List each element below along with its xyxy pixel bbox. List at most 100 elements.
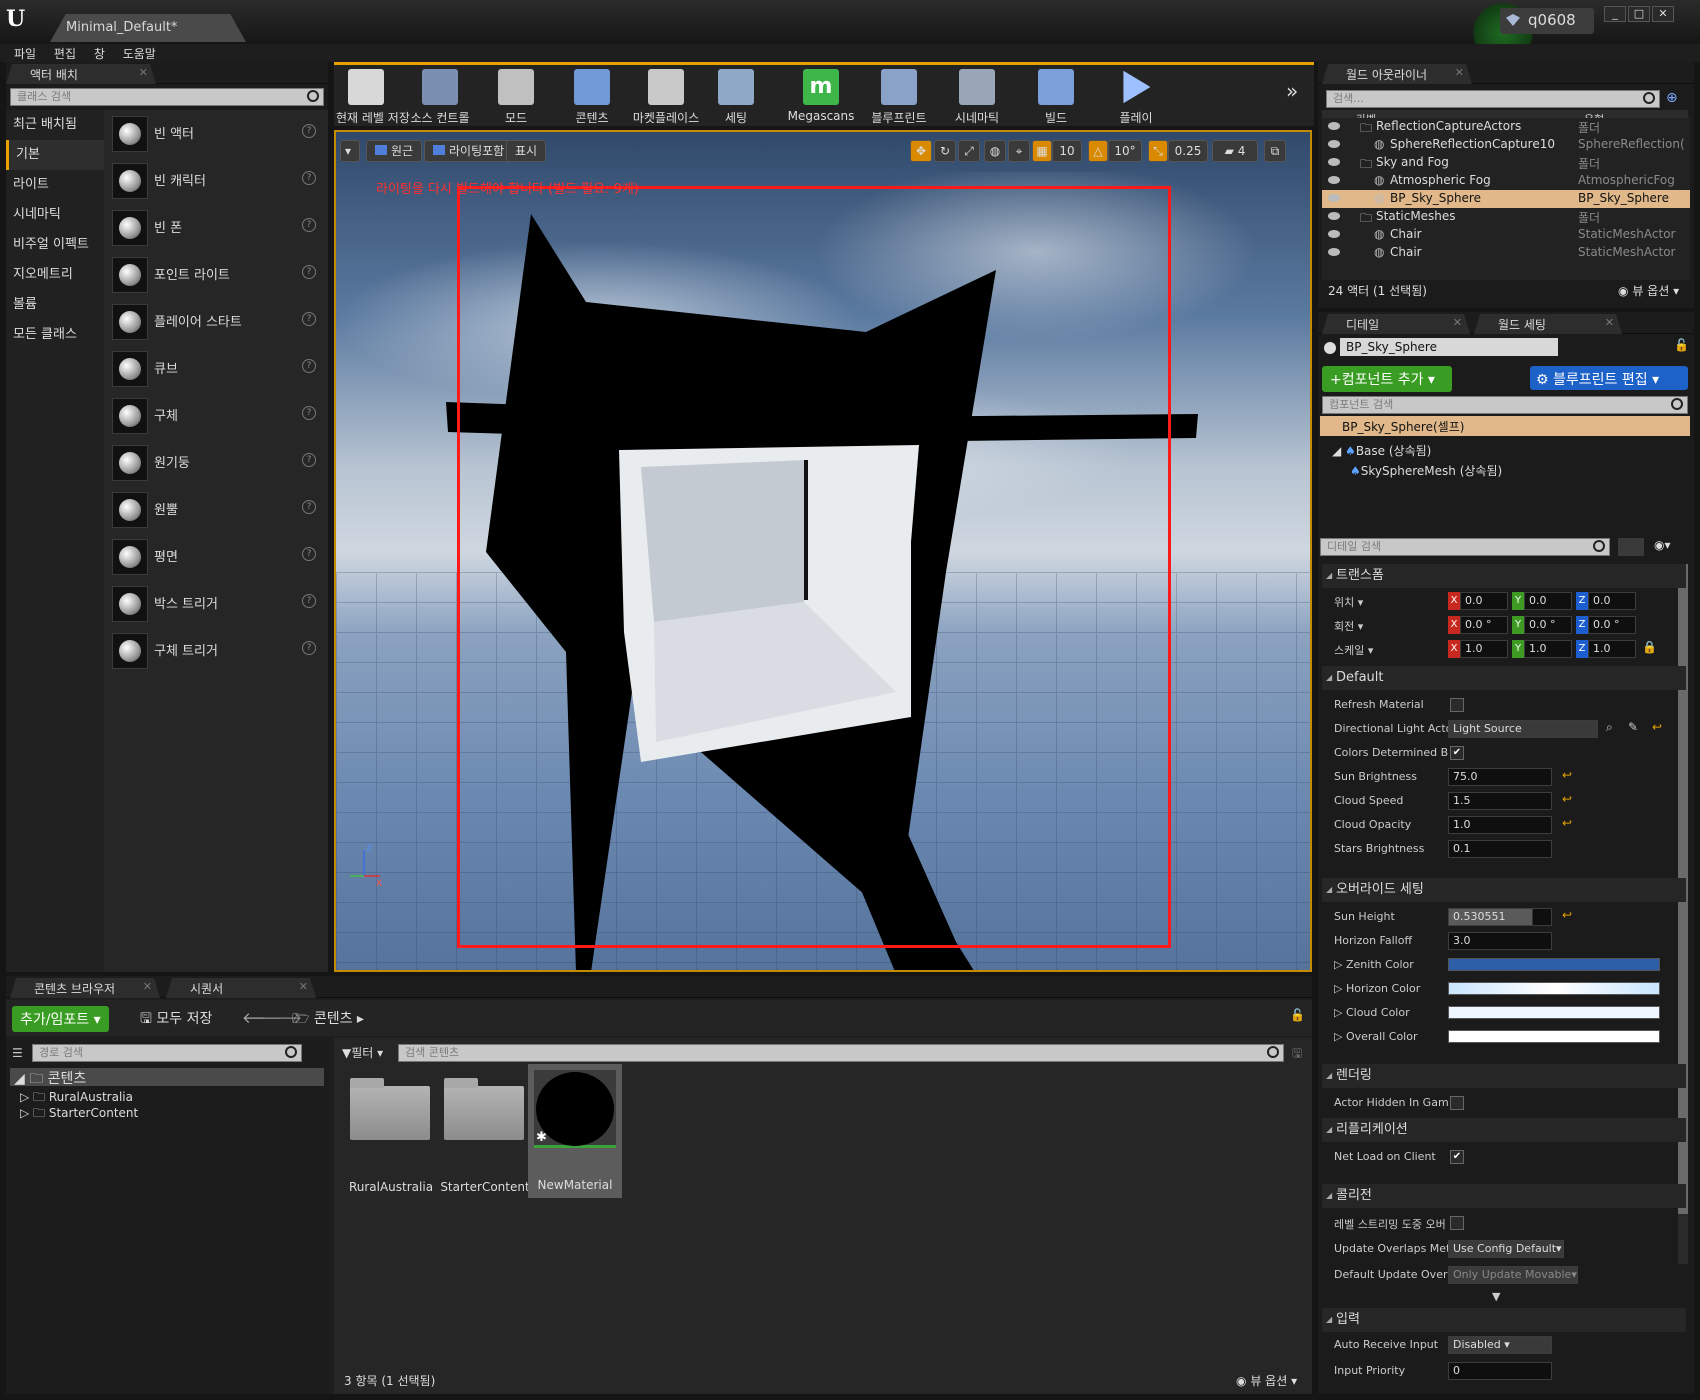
filter-button[interactable]: ▼필터 ▾ bbox=[342, 1044, 383, 1061]
scale-y-value[interactable]: 1.0 bbox=[1524, 640, 1572, 658]
toolbar-button-megascans[interactable]: m Megascans bbox=[786, 69, 856, 127]
visibility-eye-icon[interactable] bbox=[1328, 212, 1340, 220]
lock-scale-icon[interactable]: 🔒 bbox=[1642, 640, 1657, 654]
perspective-button[interactable]: 원근 bbox=[366, 140, 423, 162]
help-icon[interactable]: ? bbox=[302, 218, 316, 232]
toolbar-button-blueprint[interactable]: 블루프린트 bbox=[866, 69, 932, 127]
scale-x[interactable]: X 1.0 bbox=[1448, 640, 1512, 658]
minimize-button[interactable]: _ bbox=[1604, 6, 1626, 22]
viewport-options-button[interactable]: ▾ bbox=[340, 140, 360, 162]
grid-snap-icon[interactable]: ▦ bbox=[1032, 140, 1052, 162]
reset-default-icon[interactable]: ↩ bbox=[1652, 720, 1662, 734]
component-base[interactable]: ◢ ♠Base (상속됨) bbox=[1332, 442, 1431, 459]
menu-window[interactable]: 창 bbox=[94, 45, 105, 62]
location-y-value[interactable]: 0.0 bbox=[1524, 592, 1572, 610]
toolbar-button-play[interactable]: 플레이 bbox=[1106, 69, 1166, 127]
menu-edit[interactable]: 편집 bbox=[54, 45, 76, 62]
location-z[interactable]: Z 0.0 bbox=[1576, 592, 1640, 610]
lock-icon[interactable]: 🔓 bbox=[1290, 1008, 1305, 1022]
tree-root[interactable]: ◢ 🗀 콘텐츠 bbox=[10, 1068, 324, 1087]
auto-receive-dropdown[interactable]: Disabled ▾ bbox=[1448, 1336, 1552, 1354]
property-matrix-icon[interactable] bbox=[1618, 538, 1644, 556]
actor-list-item[interactable]: 빈 폰? bbox=[104, 204, 328, 251]
actor-list-item[interactable]: 박스 트리거? bbox=[104, 580, 328, 627]
menu-help[interactable]: 도움말 bbox=[123, 45, 156, 62]
help-icon[interactable]: ? bbox=[302, 594, 316, 608]
toolbar-button-cinematic[interactable]: 시네마틱 bbox=[942, 69, 1012, 127]
visibility-eye-icon[interactable] bbox=[1328, 122, 1340, 130]
help-icon[interactable]: ? bbox=[302, 171, 316, 185]
tab-content-browser[interactable]: 콘텐츠 브라우저 ✕ bbox=[10, 978, 160, 998]
tab-world-outliner[interactable]: 월드 아웃라이너 ✕ bbox=[1322, 64, 1472, 84]
close-tab-icon[interactable]: ✕ bbox=[1455, 66, 1464, 79]
view-options-button[interactable]: ◉ 뷰 옵션 ▾ bbox=[1236, 1372, 1297, 1389]
visibility-eye-icon[interactable] bbox=[1328, 140, 1340, 148]
scale-x-value[interactable]: 1.0 bbox=[1460, 640, 1508, 658]
cloud-color-swatch[interactable] bbox=[1448, 1006, 1660, 1019]
reset-default-icon[interactable]: ↩ bbox=[1562, 792, 1572, 806]
outliner-row[interactable]: ◍ BP_Sky_Sphere BP_Sky_Sphere bbox=[1322, 190, 1690, 208]
category-rendering[interactable]: 렌더링 bbox=[1322, 1064, 1686, 1088]
actor-list-item[interactable]: 원기둥? bbox=[104, 439, 328, 486]
scale-tool-icon[interactable]: ⤢ bbox=[958, 140, 980, 162]
path-search-input[interactable]: 경로 검색 bbox=[32, 1044, 302, 1062]
add-folder-icon[interactable]: ⊕ bbox=[1666, 90, 1678, 106]
overall-color-swatch[interactable] bbox=[1448, 1030, 1660, 1043]
input-priority-input[interactable]: 0 bbox=[1448, 1362, 1552, 1380]
colors-determined-checkbox[interactable]: ✔ bbox=[1450, 746, 1464, 760]
category-basic[interactable]: 기본 bbox=[6, 140, 104, 170]
actor-list-item[interactable]: 구체 트리거? bbox=[104, 627, 328, 674]
toolbar-more-button[interactable]: » bbox=[1286, 79, 1298, 103]
detail-search-input[interactable]: 디테일 검색 bbox=[1320, 538, 1610, 556]
outliner-row[interactable]: ◍ Atmospheric Fog AtmosphericFog bbox=[1322, 172, 1690, 190]
scale-z-value[interactable]: 1.0 bbox=[1588, 640, 1636, 658]
help-icon[interactable]: ? bbox=[302, 312, 316, 326]
stars-brightness-input[interactable]: 0.1 bbox=[1448, 840, 1552, 858]
visibility-eye-icon[interactable] bbox=[1328, 158, 1340, 166]
toolbar-button-modes[interactable]: 모드 bbox=[486, 69, 546, 127]
camera-speed-button[interactable]: ▰ 4 bbox=[1212, 140, 1258, 162]
grid-snap-value[interactable]: 10 bbox=[1052, 140, 1082, 162]
asset-tile[interactable]: StarterContent bbox=[438, 1068, 532, 1198]
maximize-button[interactable]: □ bbox=[1628, 6, 1650, 22]
tab-world-settings[interactable]: 월드 세팅 ✕ bbox=[1474, 314, 1622, 334]
actor-list-item[interactable]: 플레이어 스타트? bbox=[104, 298, 328, 345]
add-component-button[interactable]: +컴포넌트 추가 ▾ bbox=[1322, 366, 1452, 392]
rotation-snap-value[interactable]: 10° bbox=[1108, 140, 1142, 162]
save-all-button[interactable]: 🖫 모두 저장 bbox=[140, 1008, 212, 1032]
actor-list-item[interactable]: 큐브? bbox=[104, 345, 328, 392]
reset-default-icon[interactable]: ↩ bbox=[1562, 908, 1572, 922]
help-icon[interactable]: ? bbox=[302, 453, 316, 467]
category-replication[interactable]: 리플리케이션 bbox=[1322, 1118, 1686, 1142]
help-icon[interactable]: ? bbox=[302, 547, 316, 561]
toolbar-button-build[interactable]: 빌드 bbox=[1026, 69, 1086, 127]
scale-snap-icon[interactable]: ⤡ bbox=[1148, 140, 1168, 162]
actor-list-item[interactable]: 평면? bbox=[104, 533, 328, 580]
rotate-tool-icon[interactable]: ↻ bbox=[934, 140, 956, 162]
toolbar-button-settings[interactable]: 세팅 bbox=[706, 69, 766, 127]
reset-default-icon[interactable]: ↩ bbox=[1562, 768, 1572, 782]
category-transform[interactable]: 트랜스폼 bbox=[1322, 564, 1686, 588]
help-icon[interactable]: ? bbox=[302, 359, 316, 373]
actor-list-item[interactable]: 빈 캐릭터? bbox=[104, 157, 328, 204]
rotation-y[interactable]: Y 0.0 ° bbox=[1512, 616, 1576, 634]
outliner-view-options-button[interactable]: ◉ 뷰 옵션 ▾ bbox=[1618, 282, 1679, 299]
rotation-x[interactable]: X 0.0 ° bbox=[1448, 616, 1512, 634]
horizon-falloff-input[interactable]: 3.0 bbox=[1448, 932, 1552, 950]
toolbar-button-source-control[interactable]: 소스 컨트롤 bbox=[400, 69, 480, 127]
document-tab[interactable]: Minimal_Default* bbox=[50, 14, 246, 42]
category-lights[interactable]: 라이트 bbox=[6, 170, 104, 200]
unreal-logo-icon[interactable]: U bbox=[6, 6, 32, 32]
edit-blueprint-button[interactable]: ⚙ 블루프린트 편집 ▾ bbox=[1530, 366, 1688, 390]
close-button[interactable]: ✕ bbox=[1652, 6, 1674, 22]
rotation-y-value[interactable]: 0.0 ° bbox=[1524, 616, 1572, 634]
location-x[interactable]: X 0.0 bbox=[1448, 592, 1512, 610]
toolbar-button-content[interactable]: 콘텐츠 bbox=[562, 69, 622, 127]
level-viewport[interactable]: 라이팅을 다시 빌드해야 합니다 (빌드 필요: 9개) ▾ 원근 라이팅포함 … bbox=[334, 130, 1312, 972]
picker-icon[interactable]: ✎ bbox=[1628, 720, 1638, 734]
visibility-eye-icon[interactable] bbox=[1328, 248, 1340, 256]
category-geometry[interactable]: 지오메트리 bbox=[6, 260, 104, 290]
category-cinematic[interactable]: 시네마틱 bbox=[6, 200, 104, 230]
directional-light-dropdown[interactable]: Light Source bbox=[1448, 720, 1598, 738]
visibility-options-icon[interactable]: ◉▾ bbox=[1654, 538, 1671, 552]
